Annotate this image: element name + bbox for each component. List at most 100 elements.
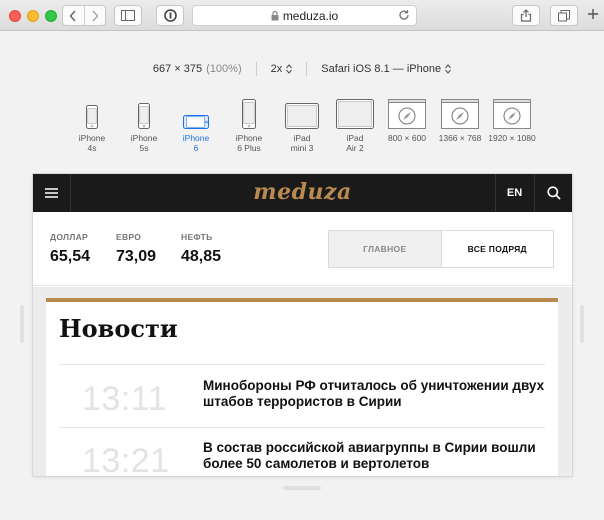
device-label-sub: 5s (139, 143, 149, 153)
device-800x600[interactable]: 800 × 600 (377, 95, 437, 143)
scale-value: 2x (270, 63, 283, 75)
reader-button[interactable] (156, 5, 184, 26)
updown-chevron-icon (286, 64, 293, 74)
address-bar[interactable]: meduza.io (192, 5, 417, 26)
device-label: iPhone (235, 133, 263, 143)
device-label-sub: 6 Plus (237, 143, 261, 153)
device-label: iPad (293, 133, 311, 143)
user-agent-select[interactable]: Safari iOS 8.1 — iPhone (321, 63, 452, 75)
news-item[interactable]: 13:21 В состав российской авиагруппы в С… (46, 436, 558, 476)
tab-main[interactable]: ГЛАВНОЕ (329, 231, 441, 267)
device-iphone-5s[interactable]: iPhone 5s (114, 95, 174, 153)
page-viewport: meduza EN ДОЛЛАР 65,54 ЕВРО 73,09 НЕФТЬ … (33, 174, 572, 476)
news-headline[interactable]: Минобороны РФ отчиталось об уничтожении … (203, 378, 548, 410)
device-label-sub: 6 (193, 143, 199, 153)
ipad-icon (336, 99, 374, 129)
divider (59, 364, 545, 365)
tabs-overview-button[interactable] (550, 5, 578, 26)
history-nav (62, 5, 106, 26)
viewport-zoom: (100%) (206, 63, 242, 75)
device-ipad-air-2[interactable]: iPad Air 2 (325, 95, 385, 153)
ipad-icon (285, 103, 319, 129)
news-card: Новости 13:11 Минобороны РФ отчиталось о… (46, 298, 558, 476)
responsive-design-bar: 667 × 375 (100%) 2x Safari iOS 8.1 — iPh… (0, 60, 604, 78)
iphone-landscape-icon (183, 115, 209, 129)
divider (59, 427, 545, 428)
viewport-dimensions: 667 × 375 (152, 63, 203, 75)
tab-all[interactable]: ВСЕ ПОДРЯД (440, 231, 553, 267)
resize-handle-left[interactable] (20, 305, 24, 343)
resize-handle-bottom[interactable] (283, 486, 321, 490)
tabs-icon (558, 9, 570, 21)
device-ipad-mini-3[interactable]: iPad mini 3 (272, 95, 332, 153)
news-headline[interactable]: В состав российской авиагруппы в Сирии в… (203, 440, 548, 472)
browser-toolbar: meduza.io (0, 0, 604, 31)
news-time: 13:21 (82, 442, 170, 476)
plus-icon (588, 9, 598, 19)
rate-label: ЕВРО (116, 232, 142, 242)
sidebar-button[interactable] (114, 5, 142, 26)
device-iphone-6[interactable]: iPhone 6 (166, 95, 226, 153)
device-presets: iPhone 4s iPhone 5s iPhone 6 iPhone 6 Pl… (0, 95, 604, 155)
share-icon (520, 9, 532, 22)
forward-button[interactable] (83, 6, 105, 25)
news-heading: Новости (59, 314, 178, 343)
device-label: iPhone (182, 133, 210, 143)
device-label: iPhone (78, 133, 106, 143)
url-text: meduza.io (282, 8, 339, 23)
iphone-icon (86, 105, 98, 129)
rate-label: ДОЛЛАР (50, 232, 88, 242)
iphone-icon (242, 99, 256, 129)
content-area: Новости 13:11 Минобороны РФ отчиталось о… (33, 287, 572, 476)
device-label: 1920 × 1080 (488, 133, 536, 143)
compass-icon (441, 99, 479, 129)
device-label-sub: 4s (87, 143, 97, 153)
resize-handle-right[interactable] (580, 305, 584, 343)
divider (306, 62, 308, 76)
device-label: iPhone (130, 133, 158, 143)
rate-value: 73,09 (116, 248, 157, 265)
back-button[interactable] (63, 6, 84, 25)
iphone-icon (138, 103, 150, 129)
chevron-left-icon (69, 9, 77, 22)
info-circle-icon (163, 9, 177, 22)
compass-icon (493, 99, 531, 129)
device-label-sub: mini 3 (290, 143, 314, 153)
reload-icon[interactable] (398, 9, 410, 21)
search-button[interactable] (534, 174, 572, 212)
close-window-button[interactable] (9, 10, 21, 22)
sidebar-icon (121, 10, 135, 21)
fullscreen-window-button[interactable] (45, 10, 57, 22)
feed-tabs: ГЛАВНОЕ ВСЕ ПОДРЯД (328, 230, 554, 268)
device-label: 1366 × 768 (438, 133, 482, 143)
device-label: iPad (346, 133, 364, 143)
rate-value: 65,54 (50, 248, 91, 265)
minimize-window-button[interactable] (27, 10, 39, 22)
rate-oil: НЕФТЬ 48,85 (181, 232, 221, 266)
rate-value: 48,85 (181, 248, 222, 265)
language-switch[interactable]: EN (495, 174, 533, 212)
compass-icon (388, 99, 426, 129)
device-1366x768[interactable]: 1366 × 768 (430, 95, 490, 143)
site-logo[interactable]: meduza (33, 179, 572, 205)
device-label-sub: Air 2 (346, 143, 364, 153)
share-button[interactable] (512, 5, 540, 26)
rate-eur: ЕВРО 73,09 (116, 232, 156, 266)
user-agent-value: Safari iOS 8.1 — iPhone (321, 63, 442, 75)
news-time: 13:11 (82, 380, 168, 418)
device-iphone-4s[interactable]: iPhone 4s (62, 95, 122, 153)
rate-label: НЕФТЬ (181, 232, 213, 242)
device-iphone-6-plus[interactable]: iPhone 6 Plus (219, 95, 279, 153)
device-1920x1080[interactable]: 1920 × 1080 (482, 95, 542, 143)
viewport-size: 667 × 375 (100%) (153, 63, 242, 75)
new-tab-button[interactable] (588, 7, 598, 23)
lock-icon (271, 10, 279, 20)
news-item[interactable]: 13:11 Минобороны РФ отчиталось об уничто… (46, 374, 558, 432)
search-icon (546, 186, 561, 200)
rate-usd: ДОЛЛАР 65,54 (50, 232, 90, 266)
divider (255, 62, 257, 76)
updown-chevron-icon (445, 64, 452, 74)
currency-rates: ДОЛЛАР 65,54 ЕВРО 73,09 НЕФТЬ 48,85 ГЛАВ… (33, 212, 572, 286)
site-header: meduza EN (33, 174, 572, 212)
scale-select[interactable]: 2x (271, 63, 293, 75)
